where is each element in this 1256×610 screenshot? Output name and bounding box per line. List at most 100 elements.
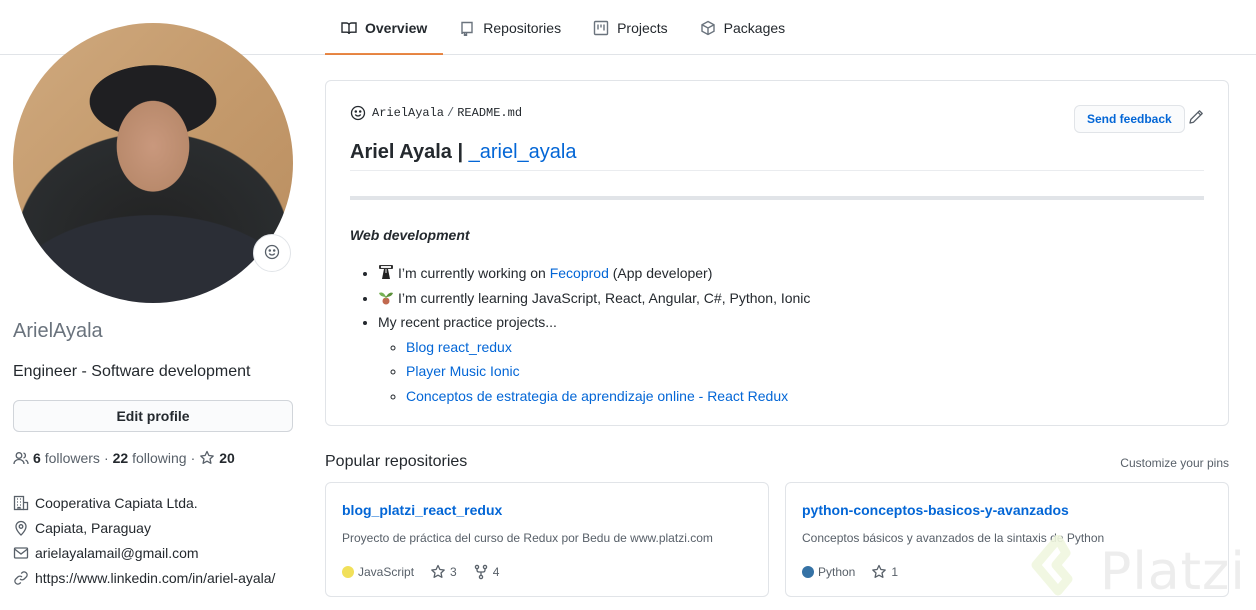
- detail-website: https://www.linkedin.com/in/ariel-ayala/: [13, 565, 275, 590]
- repo-name-link[interactable]: blog_platzi_react_redux: [342, 502, 502, 518]
- tab-packages[interactable]: Packages: [684, 0, 801, 55]
- following-label: following: [132, 450, 187, 466]
- readme-heading-link[interactable]: _ariel_ayala: [469, 141, 577, 163]
- construction-worker-icon: [378, 263, 394, 279]
- readme-horizontal-rule: [350, 196, 1204, 200]
- popular-repositories-title: Popular repositories: [325, 453, 468, 470]
- website-link[interactable]: https://www.linkedin.com/in/ariel-ayala/: [35, 570, 275, 586]
- project-icon: [593, 20, 609, 36]
- package-icon: [700, 20, 716, 36]
- following-link[interactable]: 22 following: [113, 450, 187, 466]
- tab-repositories[interactable]: Repositories: [443, 0, 577, 55]
- repo-language: Python: [802, 565, 855, 579]
- repo-meta: Python 1: [802, 564, 914, 580]
- project-item: Player Music Ionic: [406, 359, 810, 384]
- profile-username: ArielAyala: [13, 320, 103, 342]
- star-icon: [430, 564, 446, 580]
- smiley-icon: [350, 105, 366, 121]
- path-separator: /: [447, 106, 455, 120]
- organization-icon: [13, 495, 29, 511]
- language-label: Python: [818, 565, 856, 579]
- followers-count: 6: [33, 450, 41, 466]
- list-item: My recent practice projects... Blog reac…: [378, 310, 810, 408]
- list-item: I’m currently learning JavaScript, React…: [378, 286, 810, 311]
- tab-label: Overview: [365, 19, 428, 36]
- send-feedback-button[interactable]: Send feedback: [1074, 105, 1185, 133]
- location-icon: [13, 520, 29, 536]
- readme-user-link[interactable]: ArielAyala: [372, 106, 444, 120]
- repo-description: Conceptos básicos y avanzados de la sint…: [802, 531, 1105, 545]
- readme-subtitle: Web development: [350, 227, 470, 243]
- tab-projects[interactable]: Projects: [577, 0, 684, 55]
- detail-location: Capiata, Paraguay: [13, 515, 275, 540]
- smiley-icon: [264, 244, 280, 263]
- projects-text: My recent practice projects...: [378, 314, 557, 330]
- project-link-conceptos[interactable]: Conceptos de estrategia de aprendizaje o…: [406, 388, 788, 404]
- language-color-dot: [802, 566, 814, 578]
- repo-card: python-conceptos-basicos-y-avanzados Con…: [785, 482, 1229, 597]
- stars-link[interactable]: 20: [199, 450, 235, 466]
- avatar[interactable]: [13, 23, 293, 303]
- profile-tabs: Overview Repositories Projects Packages: [325, 0, 801, 55]
- link-icon: [13, 570, 29, 586]
- location-text: Capiata, Paraguay: [35, 519, 151, 536]
- project-link-player-music[interactable]: Player Music Ionic: [406, 363, 520, 379]
- forks-count: 4: [492, 565, 500, 579]
- project-item: Conceptos de estrategia de aprendizaje o…: [406, 384, 810, 409]
- stars-count: 1: [891, 565, 899, 579]
- fecoprod-link[interactable]: Fecoprod: [550, 265, 609, 281]
- repo-stars-link[interactable]: 1: [871, 564, 898, 580]
- set-status-button[interactable]: [253, 234, 291, 272]
- detail-email: arielayalamail@gmail.com: [13, 540, 275, 565]
- star-icon: [871, 564, 887, 580]
- readme-path: ArielAyala / README.md: [350, 105, 522, 121]
- tab-label: Packages: [723, 19, 786, 36]
- tab-label: Repositories: [483, 19, 562, 36]
- stars-count: 3: [450, 565, 457, 579]
- language-label: JavaScript: [358, 565, 415, 579]
- list-item: I’m currently working on Fecoprod (App d…: [378, 261, 810, 286]
- followers-link[interactable]: 6 followers: [33, 450, 100, 466]
- people-icon: [13, 450, 29, 466]
- repo-description: Proyecto de práctica del curso de Redux …: [342, 531, 713, 545]
- repo-forks-link[interactable]: 4: [473, 564, 500, 580]
- repo-meta: JavaScript 3 4: [342, 564, 515, 580]
- readme-card: ArielAyala / README.md Send feedback Ari…: [325, 80, 1229, 426]
- profile-details: Cooperativa Capiata Ltda. Capiata, Parag…: [13, 490, 275, 590]
- profile-bio: Engineer - Software development: [13, 363, 251, 380]
- repo-icon: [459, 20, 475, 36]
- stars-count: 20: [219, 450, 235, 466]
- star-icon: [199, 450, 215, 466]
- learning-text: I’m currently learning JavaScript, React…: [398, 289, 811, 306]
- tab-overview[interactable]: Overview: [325, 0, 444, 55]
- edit-profile-button[interactable]: Edit profile: [13, 400, 293, 432]
- separator: ·: [190, 450, 196, 466]
- seedling-icon: [378, 288, 394, 304]
- readme-list: I’m currently working on Fecoprod (App d…: [378, 261, 810, 408]
- working-text: I’m currently working on: [398, 265, 550, 281]
- repo-stars-link[interactable]: 3: [430, 564, 457, 580]
- edit-readme-pencil-icon[interactable]: [1188, 109, 1204, 125]
- project-list: Blog react_redux Player Music Ionic Conc…: [406, 335, 810, 409]
- readme-file-link[interactable]: README.md: [457, 106, 522, 120]
- following-count: 22: [112, 450, 129, 466]
- repo-card: blog_platzi_react_redux Proyecto de prác…: [325, 482, 769, 597]
- mail-icon: [13, 545, 29, 561]
- book-icon: [341, 20, 357, 36]
- company-text: Cooperativa Capiata Ltda.: [35, 494, 198, 511]
- working-role: (App developer): [608, 265, 713, 281]
- follow-stats: 6 followers · 22 following · 20: [13, 450, 235, 466]
- separator: ·: [103, 450, 109, 466]
- readme-heading: Ariel Ayala | _ariel_ayala: [350, 141, 1204, 171]
- repo-language: JavaScript: [342, 565, 414, 579]
- fork-icon: [473, 564, 489, 580]
- project-item: Blog react_redux: [406, 335, 810, 360]
- project-link-blog[interactable]: Blog react_redux: [406, 339, 512, 355]
- detail-company: Cooperativa Capiata Ltda.: [13, 490, 275, 515]
- customize-pins-link[interactable]: Customize your pins: [1120, 456, 1229, 470]
- tab-label: Projects: [617, 19, 668, 36]
- email-link[interactable]: arielayalamail@gmail.com: [35, 545, 199, 561]
- readme-heading-text: Ariel Ayala |: [350, 141, 469, 163]
- followers-label: followers: [44, 450, 100, 466]
- repo-name-link[interactable]: python-conceptos-basicos-y-avanzados: [802, 502, 1069, 518]
